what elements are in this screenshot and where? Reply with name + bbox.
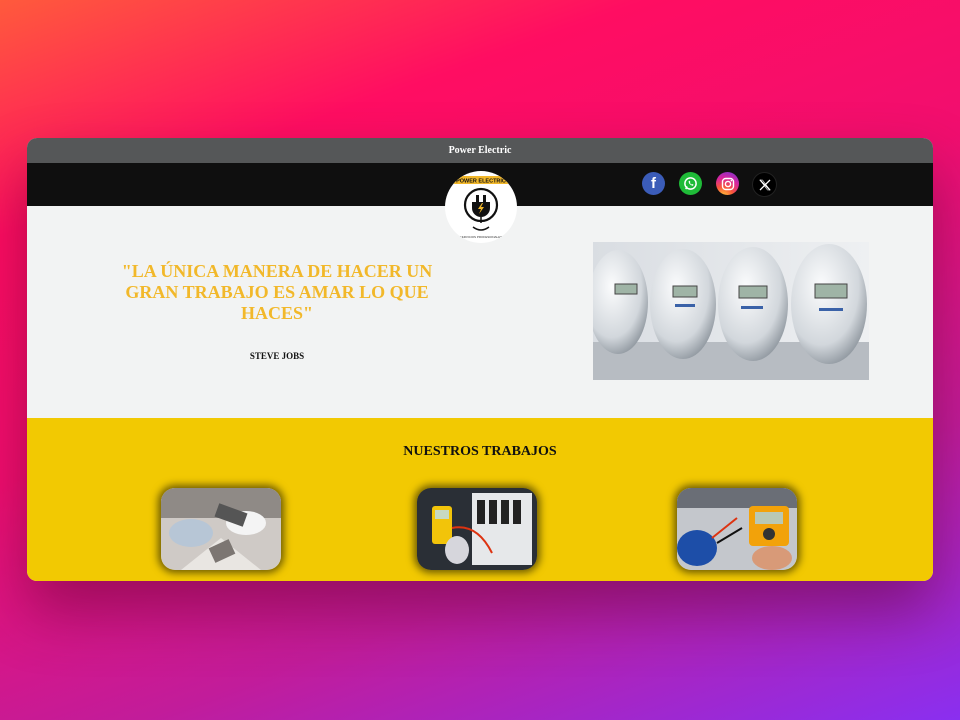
electrician-gloves-photo (161, 488, 281, 570)
multimeter-testing-photo (677, 488, 797, 570)
x-icon[interactable] (752, 172, 777, 197)
electric-meters-image (593, 242, 869, 380)
quote-author: STEVE JOBS (249, 351, 305, 361)
whatsapp-glyph (684, 177, 697, 190)
window-titlebar: Power Electric (27, 138, 933, 163)
whatsapp-icon[interactable] (679, 172, 702, 195)
works-title: NUESTROS TRABAJOS (403, 444, 557, 459)
facebook-glyph: f (651, 175, 656, 192)
works-section: NUESTROS TRABAJOS (27, 418, 933, 581)
work-card-3[interactable] (677, 488, 797, 570)
instagram-glyph (721, 177, 734, 190)
work-card-1[interactable] (161, 488, 281, 570)
browser-window: Power Electric POWER ELECTRIC SERVICIOS … (27, 138, 933, 581)
logo-tagline: SERVICIOS PROFESIONALES (460, 235, 502, 239)
logo-brand-text: POWER ELECTRIC (456, 179, 506, 185)
navbar: POWER ELECTRIC SERVICIOS PROFESIONALES f (27, 163, 933, 243)
work-card-2[interactable] (417, 488, 537, 570)
site-logo[interactable]: POWER ELECTRIC SERVICIOS PROFESIONALES (445, 171, 517, 243)
x-glyph (758, 179, 771, 190)
window-title: Power Electric (448, 145, 512, 156)
hero-quote: "LA ÚNICA MANERA DE HACER UN GRAN TRABAJ… (121, 261, 433, 323)
multimeter-panel-photo (417, 488, 537, 570)
plug-lightning-logo-icon: POWER ELECTRIC SERVICIOS PROFESIONALES (453, 176, 509, 239)
facebook-icon[interactable]: f (642, 172, 665, 195)
instagram-icon[interactable] (716, 172, 739, 195)
electric-meters-photo (593, 242, 869, 380)
